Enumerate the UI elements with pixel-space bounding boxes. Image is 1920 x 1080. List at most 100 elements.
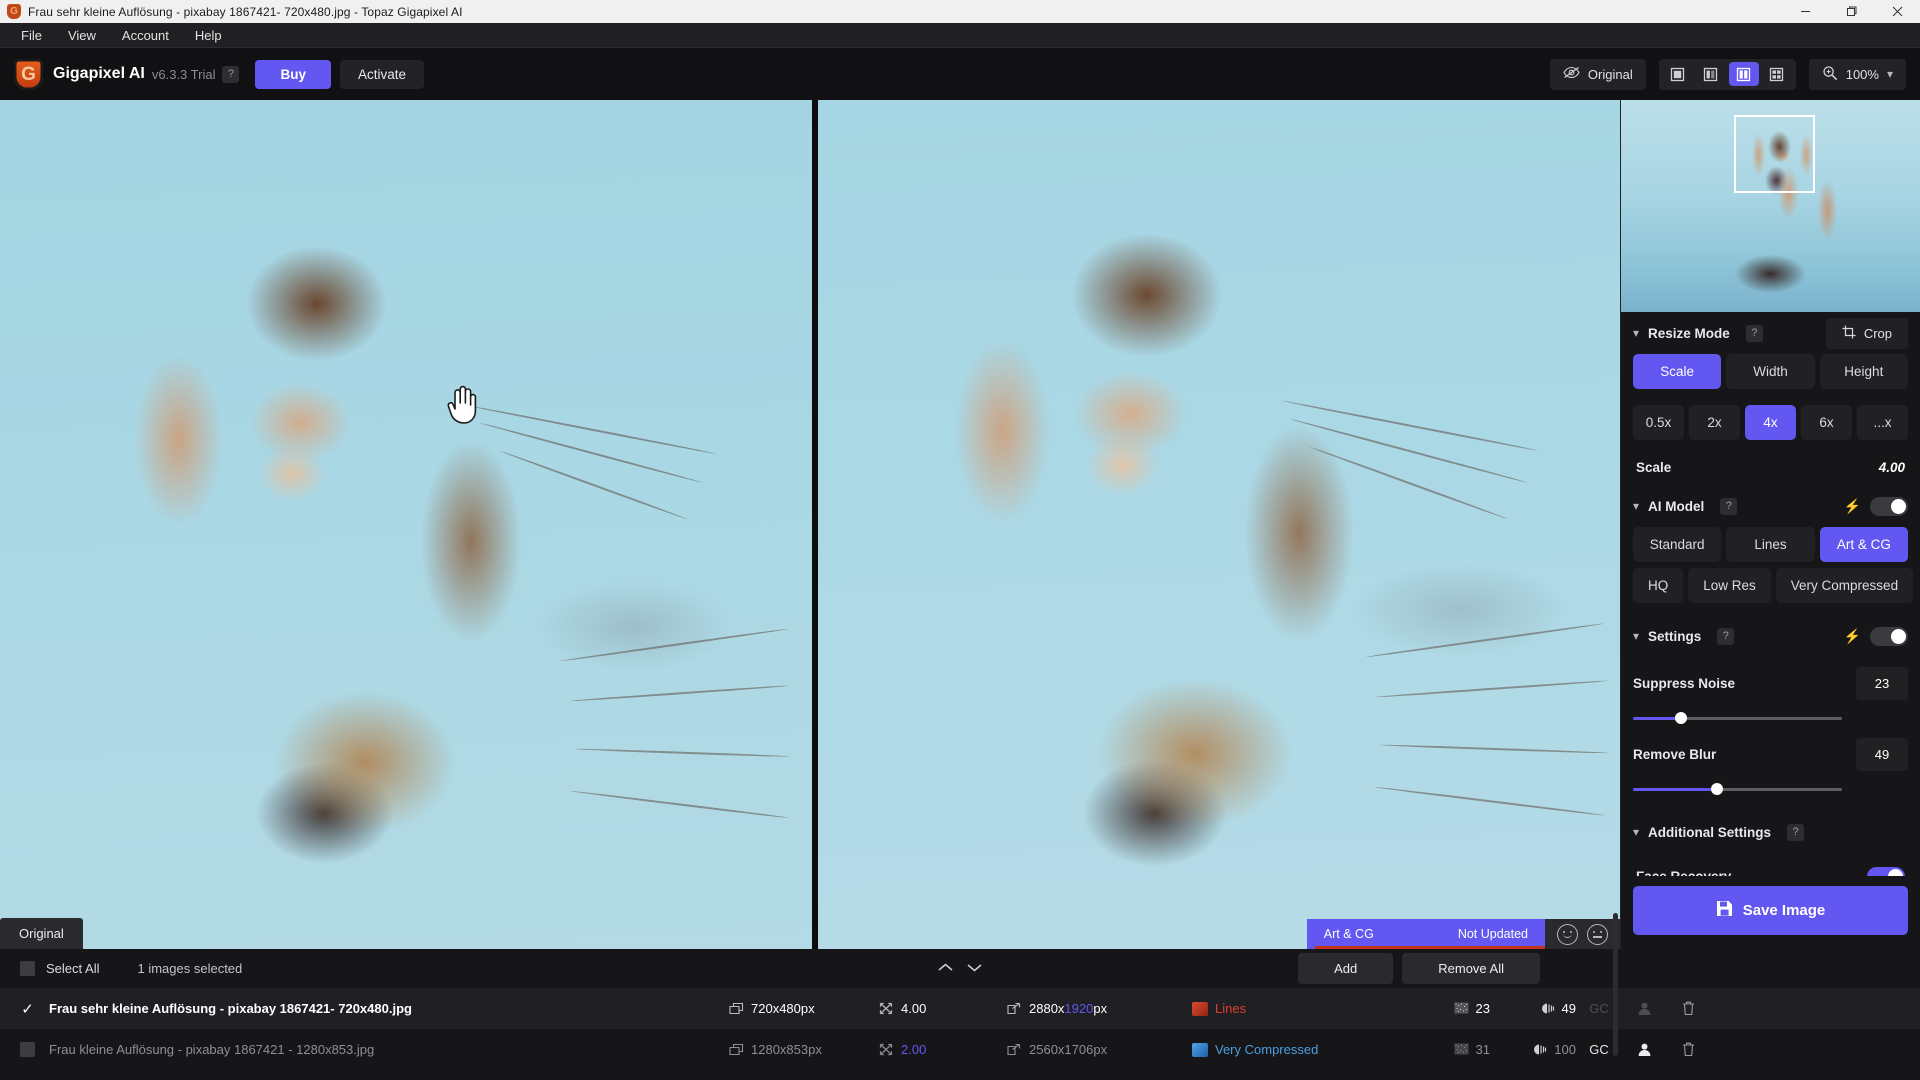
ai-model-title: AI Model [1648, 498, 1705, 514]
menu-view[interactable]: View [55, 25, 109, 46]
add-button[interactable]: Add [1298, 953, 1394, 984]
preview-pane-original[interactable]: Original [0, 100, 812, 949]
suppress-noise-value[interactable]: 23 [1856, 667, 1908, 700]
file-list-scrollbar[interactable] [1613, 913, 1618, 1056]
chevron-down-icon[interactable]: ▾ [1633, 826, 1639, 838]
view-mode-split[interactable] [1696, 62, 1726, 86]
original-toggle-label: Original [1587, 66, 1633, 82]
row-blur: 100 [1490, 1042, 1576, 1057]
menu-account[interactable]: Account [109, 25, 182, 46]
nav-up-icon[interactable] [937, 960, 954, 978]
scale-preset-0.5x[interactable]: 0.5x [1633, 405, 1684, 440]
row-filename: Frau sehr kleine Auflösung - pixabay 186… [49, 1001, 412, 1016]
row-model-text: Lines [1215, 1001, 1247, 1016]
zoom-control[interactable]: 100% ▾ [1808, 58, 1906, 90]
ai-model-lines[interactable]: Lines [1726, 527, 1815, 562]
additional-settings-title: Additional Settings [1648, 824, 1772, 840]
view-mode-quad[interactable] [1762, 62, 1792, 86]
chevron-down-icon[interactable]: ▾ [1633, 500, 1639, 512]
preview-area[interactable]: Original Art & CG Not Updated [0, 100, 1620, 949]
menu-file[interactable]: File [8, 25, 55, 46]
model-thumb-icon [1192, 1001, 1208, 1016]
row-delete-button[interactable] [1666, 1042, 1710, 1057]
maximize-button[interactable] [1828, 0, 1874, 23]
row-scale: 4.00 [879, 1001, 1007, 1016]
ai-model-header[interactable]: ▾ AI Model ? ⚡ [1633, 485, 1908, 527]
remove-all-button[interactable]: Remove All [1402, 953, 1540, 984]
hand-cursor-icon [445, 383, 479, 430]
scale-label: Scale [1636, 460, 1672, 475]
scale-preset-4x[interactable]: 4x [1745, 405, 1796, 440]
table-row[interactable]: ✓ Frau sehr kleine Auflösung - pixabay 1… [0, 988, 1920, 1029]
view-mode-single[interactable] [1663, 62, 1693, 86]
activate-button[interactable]: Activate [339, 59, 425, 89]
ai-model-help-icon[interactable]: ? [1720, 497, 1738, 515]
resize-mode-header[interactable]: ▾ Resize Mode ? Crop [1633, 312, 1908, 354]
chevron-down-icon[interactable]: ▾ [1633, 630, 1639, 642]
window-controls [1782, 0, 1920, 23]
ai-model-hq[interactable]: HQ [1633, 568, 1684, 603]
version-help-icon[interactable]: ? [222, 65, 240, 83]
scale-preset-6x[interactable]: 6x [1801, 405, 1852, 440]
original-toggle-button[interactable]: Original [1549, 58, 1646, 90]
scale-arrows-icon [879, 1002, 894, 1015]
eye-off-icon [1563, 66, 1580, 82]
selection-count-label: 1 images selected [137, 961, 243, 976]
menu-help[interactable]: Help [182, 25, 235, 46]
status-state-label: Not Updated [1457, 927, 1528, 941]
chevron-down-icon[interactable]: ▾ [1887, 68, 1893, 80]
resize-mode-scale[interactable]: Scale [1633, 354, 1722, 389]
additional-help-icon[interactable]: ? [1787, 823, 1805, 841]
suppress-noise-slider[interactable] [1633, 712, 1842, 724]
rating-neutral-icon[interactable] [1587, 923, 1608, 945]
select-all-checkbox[interactable] [20, 961, 35, 976]
slider-handle[interactable] [1710, 783, 1723, 795]
resize-mode-width[interactable]: Width [1726, 354, 1815, 389]
scale-preset-custom[interactable]: ...x [1857, 405, 1908, 440]
slider-fill [1633, 788, 1717, 791]
remove-blur-label: Remove Blur [1633, 747, 1717, 762]
view-mode-group [1658, 58, 1796, 90]
row-checkbox[interactable]: ✓ [20, 1001, 35, 1018]
slider-handle[interactable] [1675, 712, 1688, 724]
table-row[interactable]: Frau kleine Auflösung - pixabay 1867421 … [0, 1029, 1920, 1070]
scale-value: 4.00 [1878, 460, 1905, 475]
remove-blur-value[interactable]: 49 [1856, 738, 1908, 771]
settings-header[interactable]: ▾ Settings ? ⚡ [1633, 615, 1908, 657]
rating-good-icon[interactable] [1557, 923, 1578, 945]
resize-mode-height[interactable]: Height [1819, 354, 1908, 389]
navigator-viewport-rect[interactable] [1734, 115, 1815, 193]
row-checkbox[interactable] [20, 1042, 35, 1057]
blur-icon [1540, 1002, 1555, 1015]
header-tools: Original 100% ▾ [1549, 48, 1906, 100]
additional-settings-header[interactable]: ▾ Additional Settings ? [1633, 811, 1908, 853]
row-delete-button[interactable] [1666, 1001, 1710, 1016]
settings-help-icon[interactable]: ? [1717, 627, 1735, 645]
row-scale-text: 4.00 [901, 1001, 927, 1016]
scale-preset-2x[interactable]: 2x [1689, 405, 1740, 440]
row-noise-text: 23 [1475, 1001, 1490, 1016]
view-mode-side-by-side[interactable] [1728, 62, 1759, 86]
remove-blur-slider[interactable] [1633, 783, 1842, 795]
navigator-thumbnail[interactable] [1621, 100, 1920, 312]
nav-down-icon[interactable] [966, 960, 983, 978]
buy-button[interactable]: Buy [255, 59, 331, 89]
ai-model-standard[interactable]: Standard [1633, 527, 1722, 562]
minimize-button[interactable] [1782, 0, 1828, 23]
save-image-button[interactable]: Save Image [1633, 886, 1908, 935]
table-row[interactable]: Altes Bild Fussball - 1050x1500.jpg 1050… [0, 1070, 1920, 1080]
settings-auto-toggle[interactable] [1870, 626, 1908, 646]
file-list-actions: Add Remove All [1298, 953, 1540, 984]
ai-model-very-compressed[interactable]: Very Compressed [1775, 568, 1914, 603]
face-recovery-toggle[interactable] [1867, 867, 1905, 876]
close-button[interactable] [1874, 0, 1920, 23]
resize-help-icon[interactable]: ? [1745, 324, 1763, 342]
export-icon [1007, 1002, 1022, 1015]
row-dimensions-text: 1280x853px [751, 1042, 822, 1057]
ai-model-art-cg[interactable]: Art & CG [1819, 527, 1908, 562]
crop-button[interactable]: Crop [1825, 317, 1908, 349]
ai-model-low-res[interactable]: Low Res [1688, 568, 1771, 603]
ai-model-auto-toggle[interactable] [1870, 496, 1908, 516]
preview-pane-processed[interactable]: Art & CG Not Updated [818, 100, 1620, 949]
chevron-down-icon[interactable]: ▾ [1633, 327, 1639, 339]
